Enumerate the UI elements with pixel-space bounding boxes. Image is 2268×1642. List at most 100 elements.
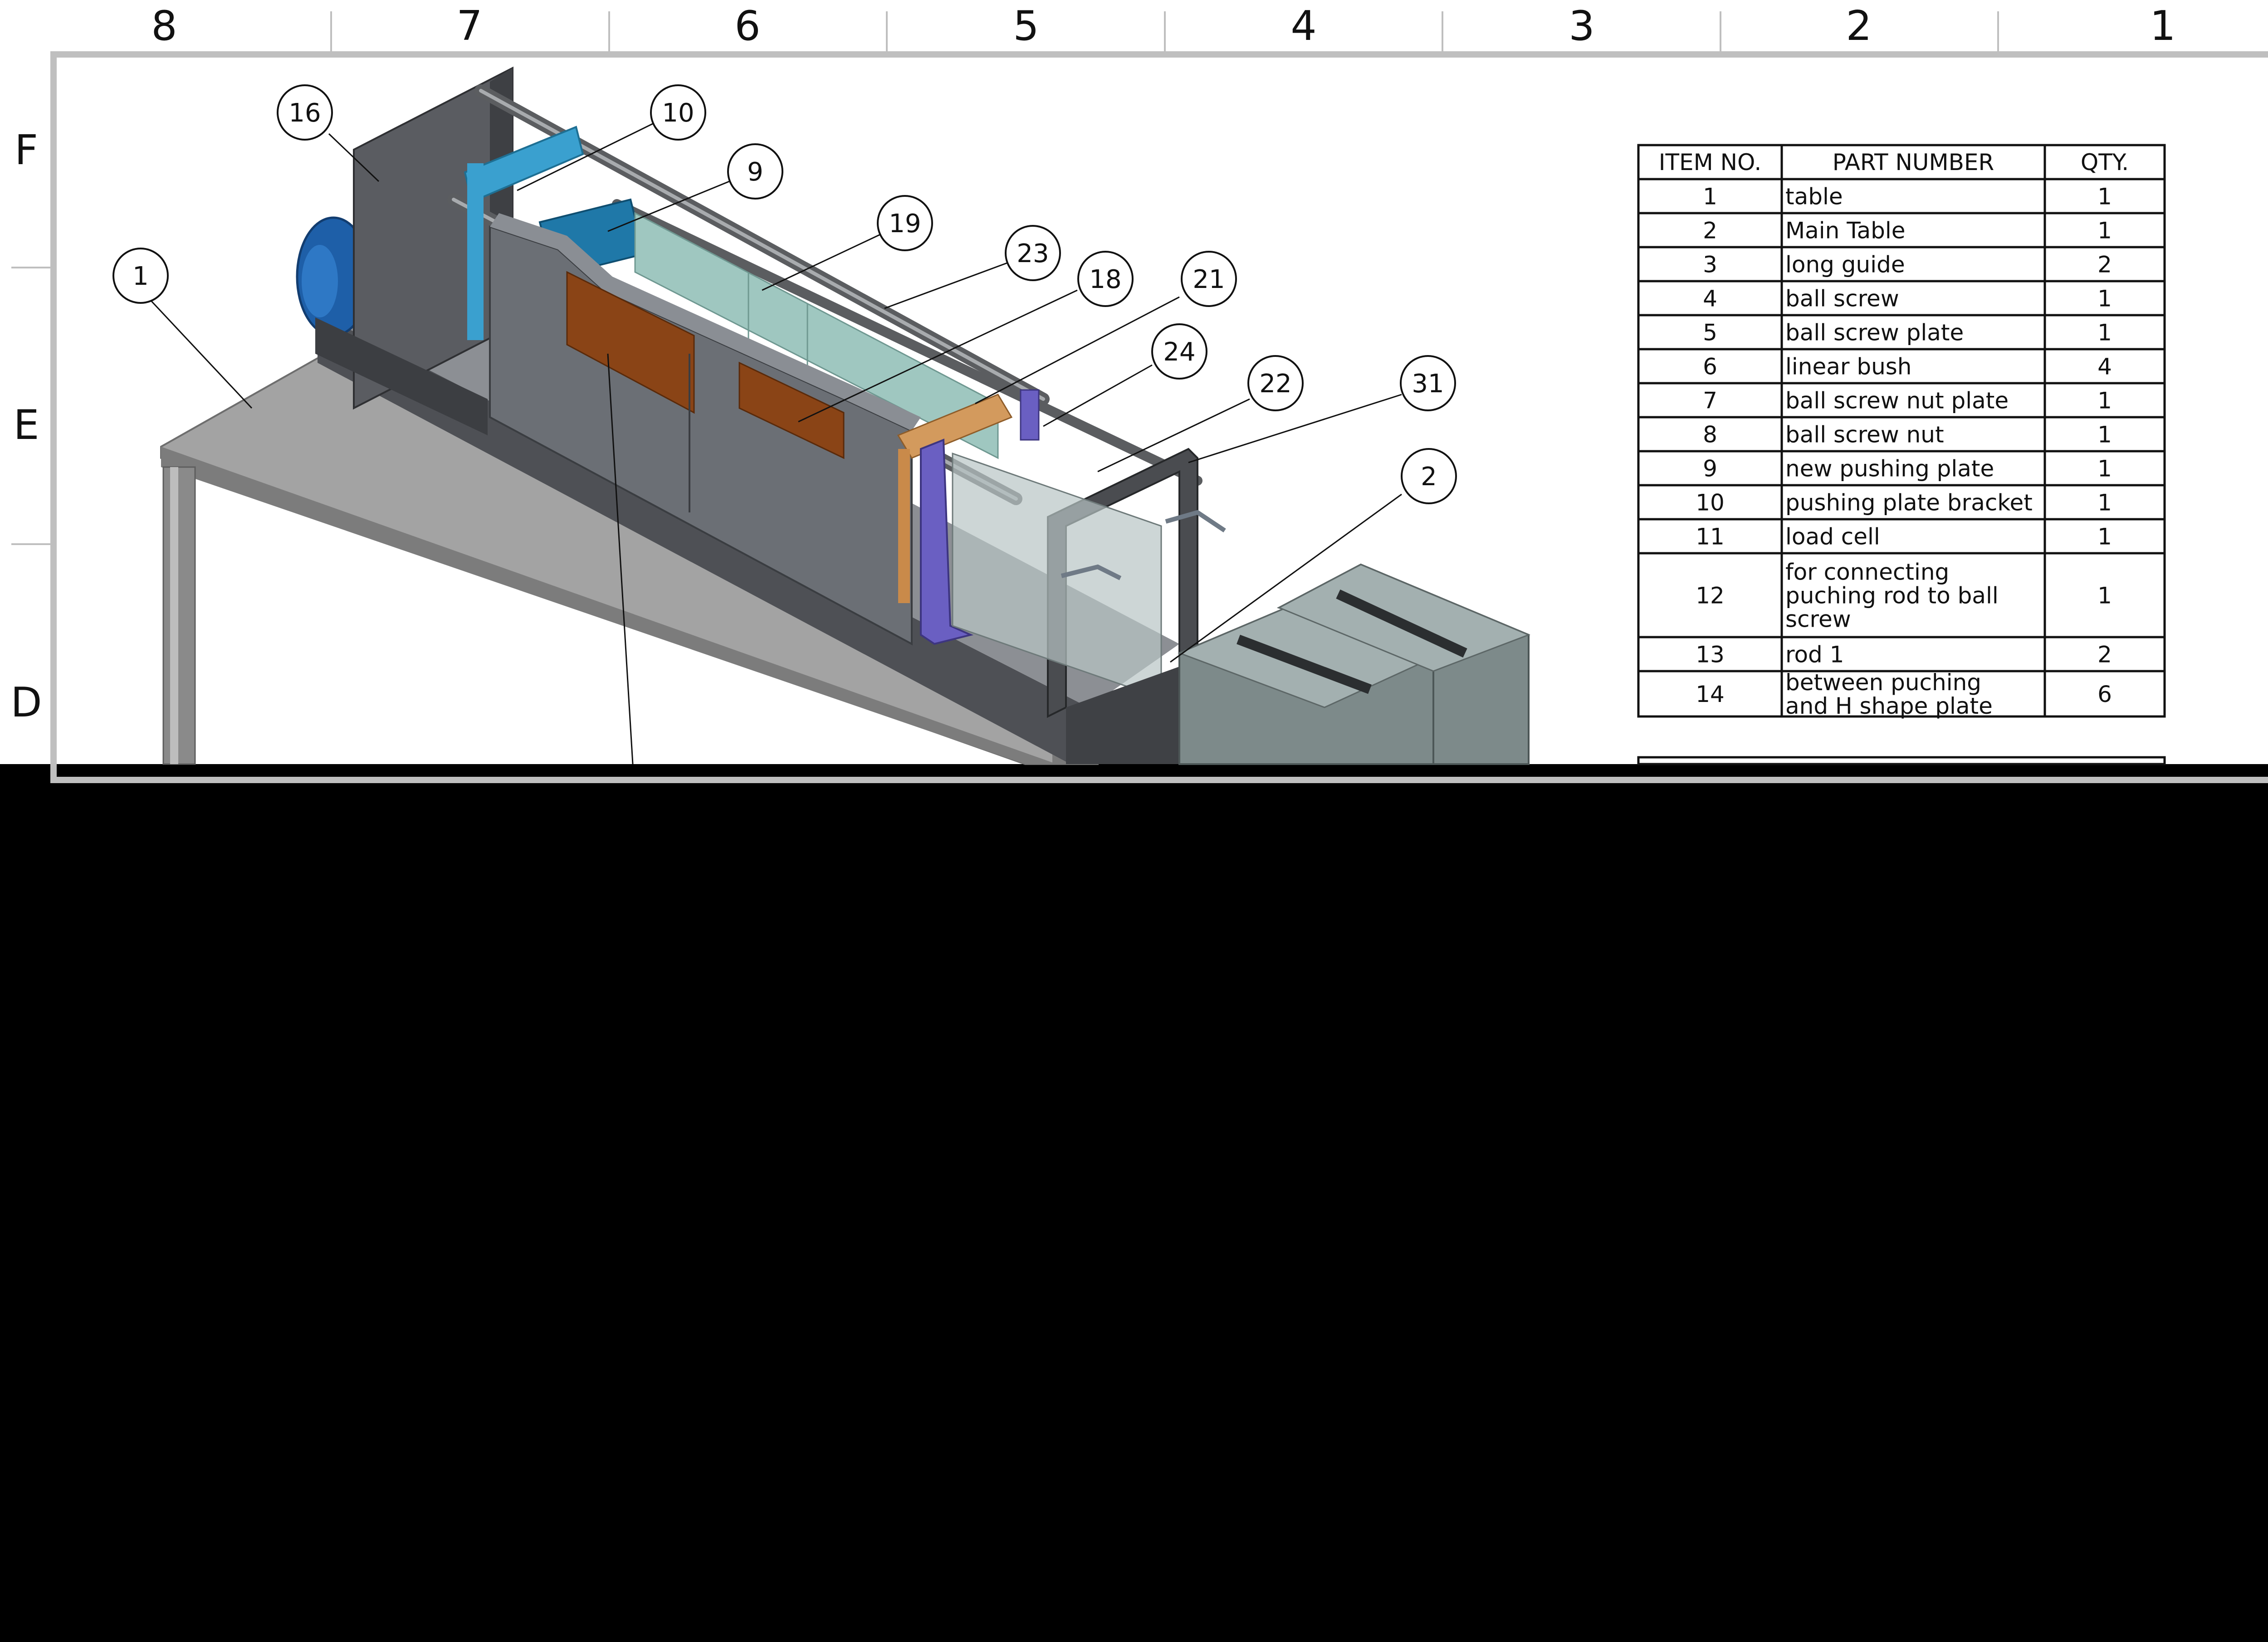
zone-column-label: 6 bbox=[734, 2, 760, 50]
balloon-19: 19 bbox=[877, 195, 933, 251]
bill-of-materials-table: ITEM NO. PART NUMBER QTY. 1 table 12 Main T… bbox=[1637, 144, 2166, 765]
bom-part-number: for connecting bbox=[1785, 559, 1949, 585]
bom-part-number: load cell bbox=[1785, 524, 1880, 550]
bom-part-number: between puching bbox=[1785, 669, 1981, 696]
balloon-number: 2 bbox=[1421, 462, 1437, 492]
bom-rows: 1 table 12 Main Table 13 long guide 24 ball scr… bbox=[1637, 178, 2166, 719]
pushing-plate-bracket-post bbox=[467, 163, 484, 340]
bom-item-number: 3 bbox=[1703, 252, 1717, 278]
bom-row: 14 between puchingand H shape plate 6 bbox=[1637, 669, 2166, 719]
bom-qty: 1 bbox=[2097, 456, 2112, 482]
bom-part-number: linear bush bbox=[1785, 354, 1912, 380]
bom-part-number: puching rod to ball bbox=[1785, 583, 1999, 609]
bom-row: 1 table 1 bbox=[1637, 178, 2166, 214]
bom-row: 10 pushing plate bracket 1 bbox=[1637, 484, 2166, 521]
balloon-number: 22 bbox=[1259, 369, 1291, 399]
bom-row: 11 load cell 1 bbox=[1637, 518, 2166, 555]
bom-row: 9 new pushing plate 1 bbox=[1637, 450, 2166, 487]
bom-header-item: ITEM NO. bbox=[1659, 149, 1762, 175]
bom-qty: 1 bbox=[2097, 388, 2112, 414]
balloon-number: 23 bbox=[1017, 239, 1049, 268]
bom-row: 6 linear bush 4 bbox=[1637, 348, 2166, 385]
bom-header-part: PART NUMBER bbox=[1833, 149, 1994, 175]
table-leg bbox=[162, 466, 196, 765]
balloon-number: 16 bbox=[288, 98, 321, 128]
bom-item-number: 10 bbox=[1696, 490, 1725, 516]
balloon-number: 24 bbox=[1163, 337, 1195, 367]
bom-part-number: table bbox=[1785, 184, 1843, 210]
zone-row-label-left: E bbox=[14, 401, 39, 449]
bom-part-number: new pushing plate bbox=[1785, 456, 1994, 482]
bom-qty: 1 bbox=[2097, 524, 2112, 550]
bom-item-number: 1 bbox=[1703, 184, 1717, 210]
zone-row-label-left: F bbox=[15, 127, 38, 174]
zone-column-label: 7 bbox=[456, 2, 482, 50]
bom-part-number: ball screw nut bbox=[1785, 422, 1944, 448]
balloon-number: 31 bbox=[1412, 369, 1444, 399]
balloon-number: 19 bbox=[889, 209, 921, 239]
bom-part-number: Main Table bbox=[1785, 218, 1906, 244]
bom-qty: 1 bbox=[2097, 184, 2112, 210]
bom-row: 5 ball screw plate 1 bbox=[1637, 314, 2166, 351]
balloon-16: 16 bbox=[277, 84, 333, 141]
bom-qty: 4 bbox=[2097, 354, 2112, 380]
bom-part-number: screw bbox=[1785, 606, 1851, 633]
bom-qty: 1 bbox=[2097, 490, 2112, 516]
bom-qty: 2 bbox=[2097, 252, 2112, 278]
balloon-21: 21 bbox=[1181, 251, 1237, 307]
bom-qty: 1 bbox=[2097, 583, 2112, 609]
bom-row: 7 ball screw nut plate 1 bbox=[1637, 382, 2166, 419]
bom-item-number: 6 bbox=[1703, 354, 1717, 380]
bom-item-number: 4 bbox=[1703, 286, 1717, 312]
bom-row: 8 ball screw nut 1 bbox=[1637, 416, 2166, 453]
bom-cutoff-row bbox=[1637, 756, 2166, 765]
bom-part-number: rod 1 bbox=[1785, 642, 1844, 668]
bom-item-number: 11 bbox=[1696, 524, 1725, 550]
zone-row-label-left: D bbox=[10, 679, 42, 726]
balloon-18: 18 bbox=[1077, 251, 1134, 307]
bom-row: 2 Main Table 1 bbox=[1637, 212, 2166, 248]
balloon-9: 9 bbox=[727, 143, 783, 200]
bom-part-number: and H shape plate bbox=[1785, 693, 1993, 719]
zone-column-label: 5 bbox=[1013, 2, 1039, 50]
bom-header-qty: QTY. bbox=[2081, 149, 2129, 175]
balloon-24: 24 bbox=[1151, 323, 1207, 380]
zone-column-label: 4 bbox=[1290, 2, 1316, 50]
bom-qty: 1 bbox=[2097, 286, 2112, 312]
bom-row: 12 for connectingpuching rod to ballscrew… bbox=[1637, 552, 2166, 638]
bom-item-number: 5 bbox=[1703, 320, 1717, 346]
bom-row: 13 rod 1 2 bbox=[1637, 636, 2166, 672]
bom-item-number: 9 bbox=[1703, 456, 1717, 482]
balloon-1: 1 bbox=[112, 248, 169, 304]
blackout-region bbox=[0, 764, 2268, 1642]
balloon-2: 2 bbox=[1401, 448, 1457, 504]
balloon-number: 9 bbox=[747, 157, 763, 187]
bom-qty: 2 bbox=[2097, 642, 2112, 668]
bom-part-number: ball screw nut plate bbox=[1785, 388, 2009, 414]
balloon-10: 10 bbox=[650, 84, 706, 141]
bom-item-number: 14 bbox=[1696, 681, 1725, 707]
bom-part-number: ball screw bbox=[1785, 286, 1899, 312]
bom-qty: 1 bbox=[2097, 422, 2112, 448]
balloon-22: 22 bbox=[1247, 355, 1304, 411]
balloon-31: 31 bbox=[1400, 355, 1456, 411]
balloon-number: 21 bbox=[1193, 265, 1225, 294]
bom-qty: 6 bbox=[2097, 681, 2112, 707]
balloon-23: 23 bbox=[1005, 225, 1061, 281]
bom-part-number: ball screw plate bbox=[1785, 320, 1964, 346]
bom-item-number: 12 bbox=[1696, 583, 1725, 609]
zone-column-label: 8 bbox=[151, 2, 177, 50]
bom-qty: 1 bbox=[2097, 218, 2112, 244]
zone-column-label: 1 bbox=[2150, 2, 2175, 50]
purple-bracket-small bbox=[1020, 389, 1040, 441]
bom-item-number: 13 bbox=[1696, 642, 1725, 668]
bom-item-number: 2 bbox=[1703, 218, 1717, 244]
bom-row: 3 long guide 2 bbox=[1637, 246, 2166, 283]
balloon-number: 1 bbox=[132, 262, 149, 291]
table-leg-highlight bbox=[170, 467, 178, 764]
timber-post bbox=[898, 449, 910, 603]
bom-part-number: pushing plate bracket bbox=[1785, 490, 2033, 516]
drawing-sheet: 8 7 6 5 4 3 2 1 F E D F E D bbox=[0, 0, 2268, 1642]
bom-item-number: 7 bbox=[1703, 388, 1717, 414]
bom-qty: 1 bbox=[2097, 320, 2112, 346]
